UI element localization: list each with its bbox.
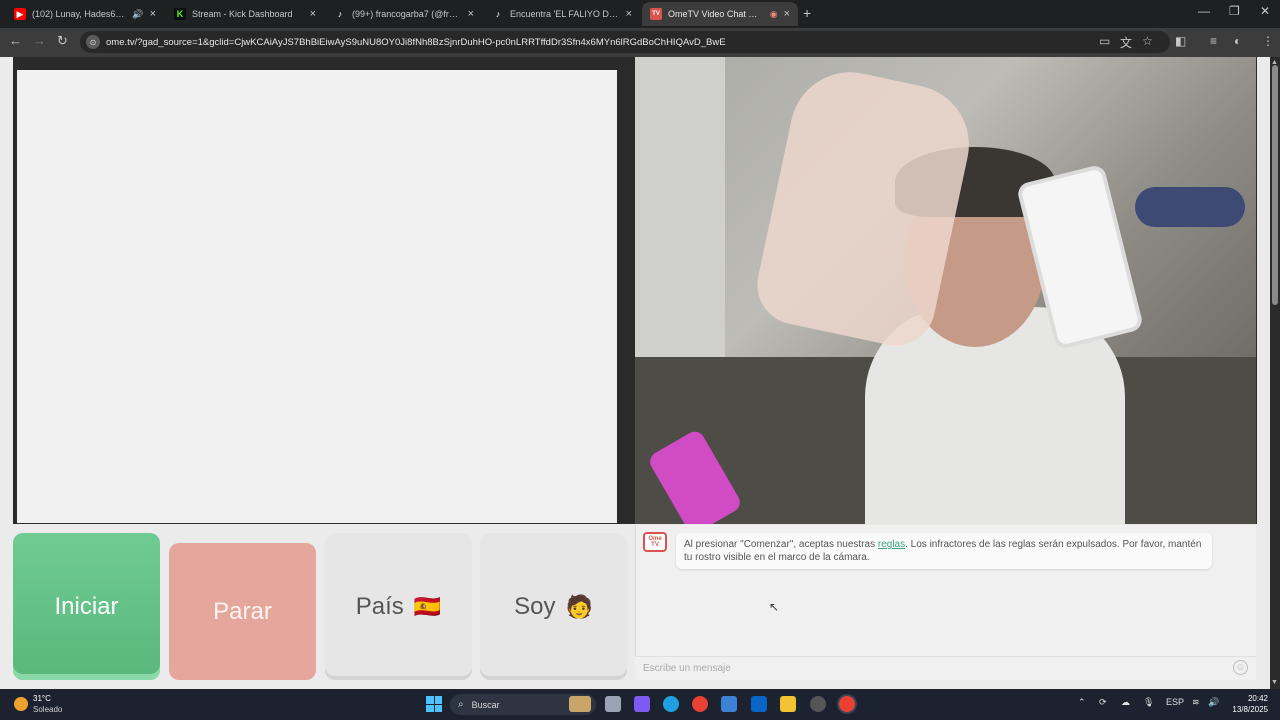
clock-time[interactable]: 20:42 [1228,694,1268,703]
speaker-icon[interactable]: 🔊 [132,9,143,20]
tab-title: (99+) francogarba7 (@francoga [352,9,462,19]
tab-strip: ▶ (102) Lunay, Hades66, J Alv 🔊 × K Stre… [0,0,1280,28]
new-tab-button[interactable]: + [803,5,811,21]
reload-icon[interactable]: ↻ [57,33,68,49]
weather-temperature[interactable]: 31°C [33,694,51,703]
sun-icon[interactable] [14,697,28,711]
media-controls-icon[interactable]: ≡ [1210,34,1217,48]
tiktok-icon: ♪ [337,9,343,19]
ometv-icon: TV [650,8,662,20]
browser-toolbar: ← → ↻ ⊙ ome.tv/?gad_source=1&gclid=CjwKC… [0,28,1280,57]
kick-icon: K [174,8,186,20]
clock-date[interactable]: 13/8/2025 [1218,705,1268,714]
sync-icon[interactable]: ⟳ [1099,697,1107,708]
local-video [17,70,617,523]
close-window-icon[interactable]: ✕ [1260,4,1270,18]
microphone-icon[interactable]: 🎙 [1143,697,1154,708]
mouse-cursor-icon: ↖ [769,600,780,614]
outlook-icon[interactable] [751,696,767,712]
tab-tiktok-search[interactable]: ♪ Encuentra 'EL FALIYO DE SAN R × [484,2,640,26]
file-explorer-icon[interactable] [780,696,796,712]
system-message: Al presionar "Comenzar", aceptas nuestra… [676,533,1212,569]
emoji-picker-icon[interactable]: ☺ [1233,660,1248,675]
close-icon[interactable]: × [626,8,632,20]
bookmark-star-icon[interactable]: ☆ [1142,34,1153,48]
page-scrollbar[interactable]: ▲ ▼ [1270,57,1280,689]
forward-icon[interactable]: → [33,33,46,48]
search-placeholder: Buscar [471,699,500,710]
gender-selector-button[interactable]: Soy 🧑 [480,533,627,680]
stop-button[interactable]: Parar [169,543,316,680]
cast-icon[interactable]: ▭ [1099,34,1110,48]
back-icon[interactable]: ← [9,33,22,48]
boy-avatar-icon: 🧑 [565,593,593,619]
sidepanel-icon[interactable]: ◧ [1175,34,1186,48]
remote-video [635,57,1256,524]
weather-condition[interactable]: Soleado [33,705,62,714]
menu-icon[interactable]: ⋮ [1262,34,1274,48]
tab-title: Stream - Kick Dashboard [192,9,293,19]
close-icon[interactable]: × [784,8,790,20]
url-text: ome.tv/?gad_source=1&gclid=CjwKCAiAyJS7B… [106,36,726,48]
chrome-icon[interactable] [692,696,708,712]
tab-title: (102) Lunay, Hades66, J Alv [32,9,128,19]
close-icon[interactable]: × [468,8,474,20]
message-input[interactable]: Escribe un mensaje [635,656,1256,680]
tab-title: OmeTV Video Chat — Ome [668,9,766,19]
tab-kick[interactable]: K Stream - Kick Dashboard × [166,2,324,26]
wifi-icon[interactable]: ≋ [1192,697,1200,708]
scroll-down-icon[interactable]: ▼ [1271,679,1278,686]
site-info-icon[interactable]: ⊙ [86,35,100,49]
scrollbar-thumb[interactable] [1272,65,1278,305]
country-selector-button[interactable]: País 🇪🇸 [325,533,472,680]
edge-icon[interactable] [663,696,679,712]
language-indicator[interactable]: ESP [1166,697,1184,707]
address-bar[interactable]: ⊙ ome.tv/?gad_source=1&gclid=CjwKCAiAyJS… [80,31,1170,53]
tab-tiktok-profile[interactable]: ♪ (99+) francogarba7 (@francoga × [326,2,482,26]
country-label: País [355,592,404,620]
close-icon[interactable]: × [150,8,156,20]
chrome-active-icon[interactable] [839,696,855,712]
recording-icon: ◉ [769,8,778,19]
profile-avatar-icon[interactable]: ◐ [1234,34,1241,48]
search-highlight-icon [569,696,591,712]
windows-start-icon[interactable] [426,696,442,712]
tiktok-icon: ♪ [495,9,501,19]
tab-title: Encuentra 'EL FALIYO DE SAN R [510,9,620,19]
gender-label: Soy [514,592,556,620]
task-view-icon[interactable] [605,696,621,712]
tab-youtube[interactable]: ▶ (102) Lunay, Hades66, J Alv 🔊 × [6,2,164,26]
message-text-before: Al presionar "Comenzar", aceptas nuestra… [684,539,878,550]
search-icon: ⌕ [458,699,464,710]
ometv-logo-icon: Ome TV [643,532,667,552]
translate-icon[interactable]: 文 [1120,34,1132,51]
spain-flag-icon: 🇪🇸 [413,593,442,619]
start-button[interactable]: Iniciar [13,533,160,680]
shelf-caps [1135,187,1245,227]
close-icon[interactable]: × [310,8,316,20]
youtube-icon: ▶ [14,8,26,20]
rules-link[interactable]: reglas [878,539,905,550]
minimize-icon[interactable]: — [1198,4,1210,18]
app-circle-icon[interactable] [810,696,826,712]
tray-overflow-icon[interactable]: ⌃ [1078,697,1086,708]
tab-ometv[interactable]: TV OmeTV Video Chat — Ome ◉ × [642,2,798,26]
copilot-icon[interactable] [634,696,650,712]
restore-icon[interactable]: ❐ [1229,4,1240,18]
stop-button-label: Parar [213,597,272,625]
store-icon[interactable] [721,696,737,712]
start-button-label: Iniciar [54,592,119,620]
cloud-icon[interactable]: ☁ [1121,697,1130,708]
